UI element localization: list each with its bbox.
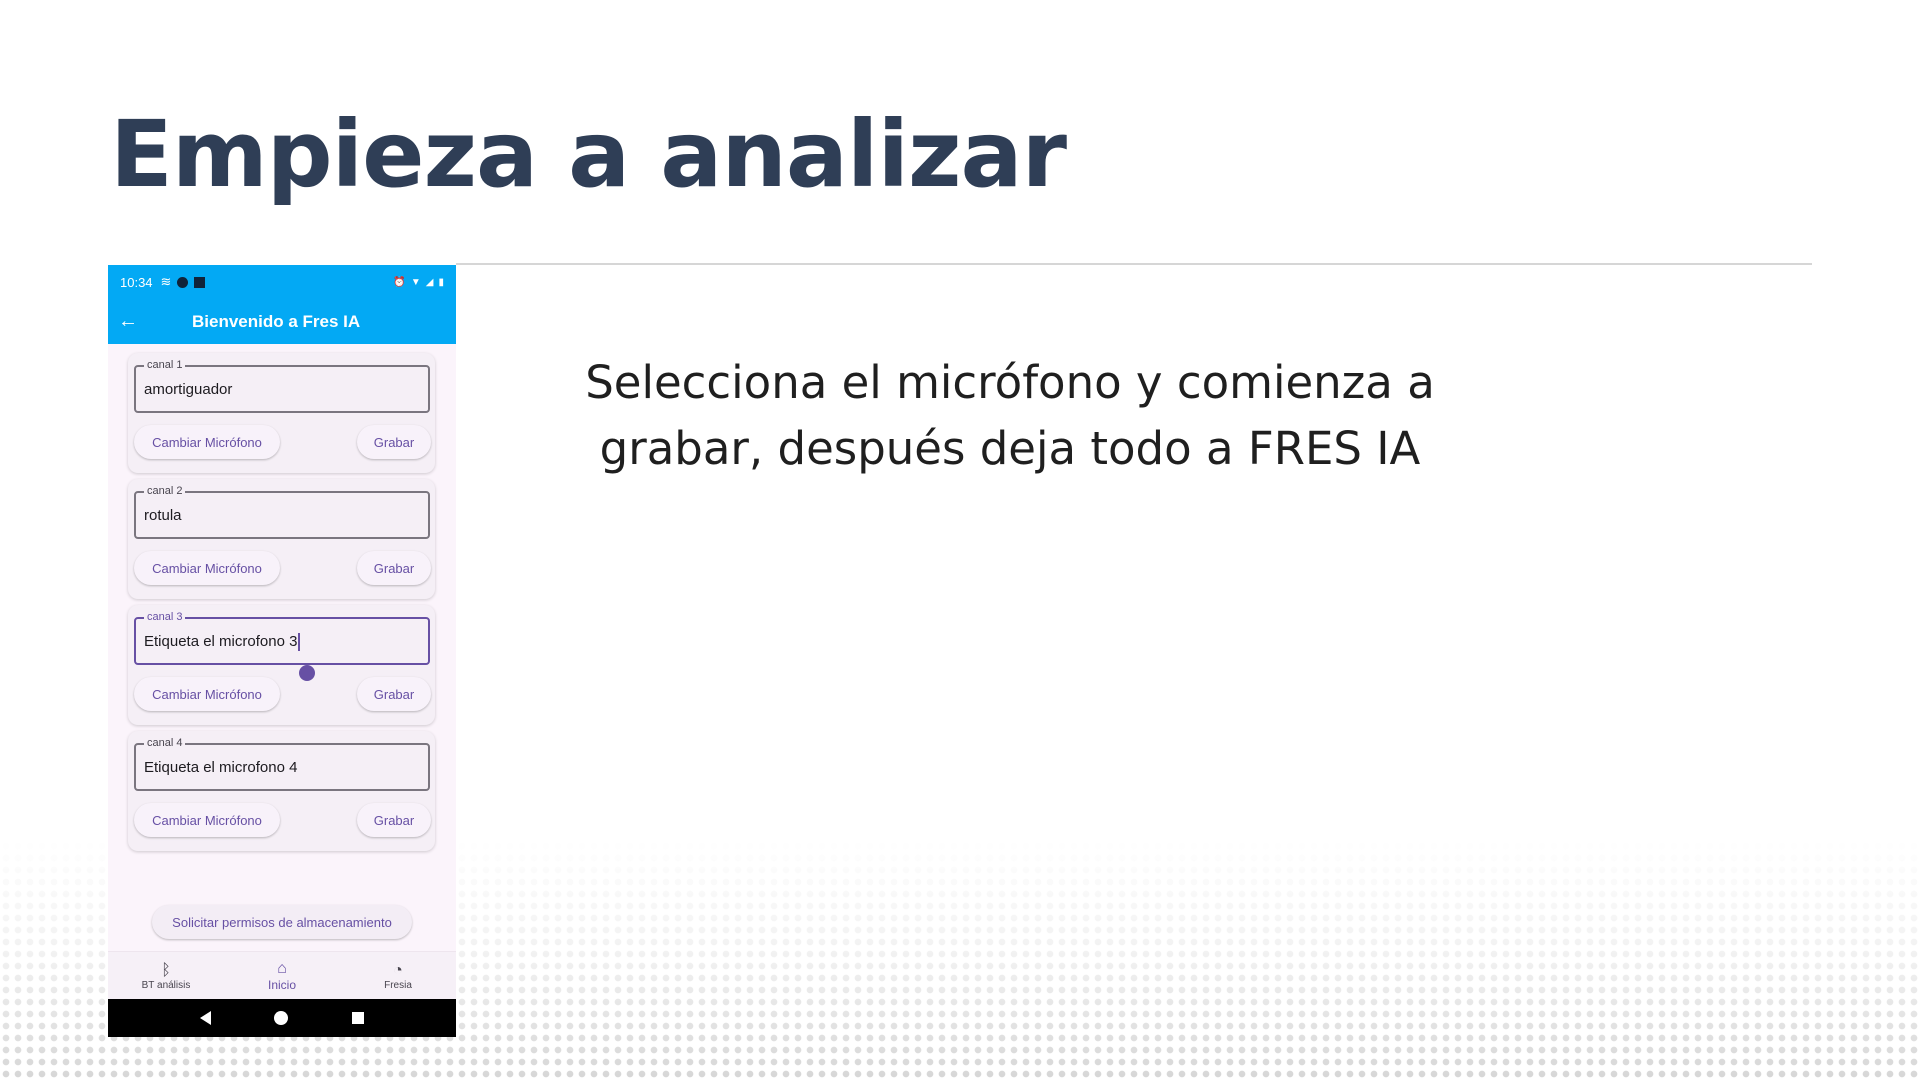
cursor-handle[interactable] (299, 665, 315, 681)
slide-title: Empieza a analizar (110, 101, 1067, 208)
status-bar: 10:34 ≋ ⏰ ▼ ◢ ▮ (108, 265, 456, 299)
wifi-icon: ▼ (410, 276, 421, 288)
channel-3-value: Etiqueta el microfono 3 (144, 633, 298, 650)
channel-2-input[interactable]: canal 2 rotula (134, 485, 430, 539)
channel-3-change-mic-button[interactable]: Cambiar Micrófono (134, 677, 280, 711)
app-bar-title: Bienvenido a Fres IA (192, 311, 361, 331)
nav-item-label: BT análisis (141, 979, 191, 991)
battery-icon: ▮ (438, 276, 444, 288)
record-dot-icon (177, 276, 189, 288)
channel-1-label: canal 1 (144, 359, 186, 371)
channel-4-label: canal 4 (144, 737, 186, 749)
channel-1-value: amortiguador (144, 381, 233, 398)
slide-description: Selecciona el micrófono y comienza a gra… (585, 356, 1435, 475)
channel-2-label: canal 2 (144, 485, 186, 497)
channel-2-record-button[interactable]: Grabar (357, 551, 431, 585)
nav-item-fresia[interactable]: ◔ Fresia (340, 952, 456, 1000)
channel-1-change-mic-button[interactable]: Cambiar Micrófono (134, 425, 280, 459)
system-back-icon[interactable] (199, 1011, 211, 1025)
bluetooth-audio-icon: ᛒ (161, 961, 171, 979)
channel-2-change-mic-button[interactable]: Cambiar Micrófono (134, 551, 280, 585)
channel-2-value: rotula (144, 507, 182, 524)
channel-3-value-wrap: Etiqueta el microfono 3 (144, 633, 301, 652)
nav-item-label: Fresia (384, 979, 412, 991)
app-bar: ← Bienvenido a Fres IA (108, 299, 456, 344)
text-cursor (298, 633, 301, 652)
channel-card-2: canal 2 rotula Cambiar Micrófono Grabar (128, 479, 435, 599)
channel-3-record-button[interactable]: Grabar (357, 677, 431, 711)
nav-item-bt-analisis[interactable]: ᛒ BT análisis (108, 952, 224, 1000)
channel-4-record-button[interactable]: Grabar (357, 803, 431, 837)
nav-item-label: Inicio (267, 978, 296, 992)
system-home-icon[interactable] (274, 1011, 289, 1025)
channel-4-change-mic-button[interactable]: Cambiar Micrófono (134, 803, 280, 837)
alarm-icon: ⏰ (393, 276, 406, 288)
system-recents-icon[interactable] (352, 1012, 365, 1024)
cell-signal-icon: ◢ (425, 276, 434, 288)
request-storage-permissions-button[interactable]: Solicitar permisos de almacenamiento (152, 905, 412, 939)
channel-4-value: Etiqueta el microfono 4 (144, 759, 298, 776)
phone-screenshot: 10:34 ≋ ⏰ ▼ ◢ ▮ ← Bienvenido a Fres IA c… (108, 265, 456, 1037)
signal-icon: ≋ (160, 274, 172, 289)
channel-1-input[interactable]: canal 1 amortiguador (134, 359, 430, 413)
analytics-icon: ◔ (393, 961, 403, 979)
system-navigation-bar (108, 999, 456, 1037)
divider-line (456, 263, 1812, 265)
channel-card-1: canal 1 amortiguador Cambiar Micrófono G… (128, 353, 435, 473)
nav-item-inicio[interactable]: ⌂ Inicio (224, 952, 340, 1000)
channel-4-input[interactable]: canal 4 Etiqueta el microfono 4 (134, 737, 430, 791)
status-time: 10:34 (120, 274, 153, 290)
channel-card-4: canal 4 Etiqueta el microfono 4 Cambiar … (128, 731, 435, 851)
channel-card-3: canal 3 Etiqueta el microfono 3 Cambiar … (128, 605, 435, 725)
notification-square-icon (194, 276, 206, 288)
channel-3-label: canal 3 (144, 611, 186, 623)
home-icon: ⌂ (277, 960, 287, 977)
arrow-left-icon[interactable]: ← (108, 310, 148, 333)
bottom-navigation: ᛒ BT análisis ⌂ Inicio ◔ Fresia (108, 951, 456, 1000)
channel-3-input[interactable]: canal 3 Etiqueta el microfono 3 (134, 611, 430, 681)
channel-1-record-button[interactable]: Grabar (357, 425, 431, 459)
